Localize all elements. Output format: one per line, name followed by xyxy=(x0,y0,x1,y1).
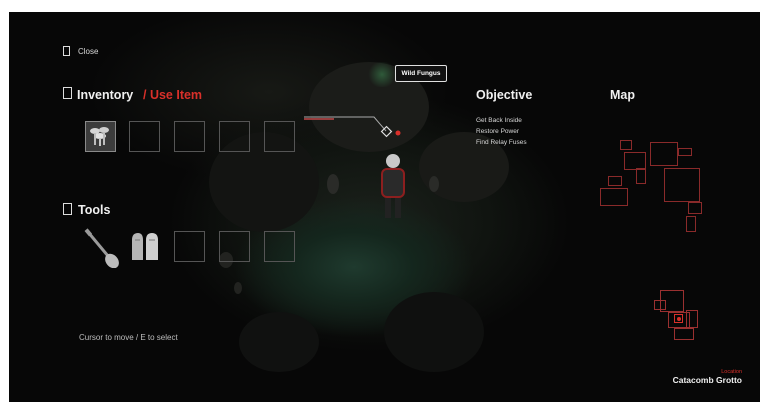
inventory-slot-5[interactable] xyxy=(264,121,295,152)
gloves-icon xyxy=(132,233,158,260)
fungus-item-icon xyxy=(90,127,109,146)
map-room xyxy=(620,140,632,150)
inventory-title: Inventory xyxy=(77,88,134,102)
map-room xyxy=(636,168,646,184)
inventory-icon xyxy=(63,87,72,99)
inventory-slot-2[interactable] xyxy=(129,121,160,152)
inventory-slot-1[interactable] xyxy=(85,121,116,152)
shovel-icon xyxy=(84,228,119,268)
game-screen: Wild Fungus Close Inventory / Use Item T… xyxy=(9,12,760,402)
close-label: Close xyxy=(78,47,99,56)
objective-item: Find Relay Fuses xyxy=(476,139,527,146)
close-icon xyxy=(63,46,70,56)
location-name: Catacomb Grotto xyxy=(672,375,742,385)
close-button[interactable]: Close xyxy=(63,45,123,59)
cave-rock xyxy=(239,312,319,372)
map-room xyxy=(600,188,628,206)
objective-title: Objective xyxy=(476,88,533,102)
map-room xyxy=(674,328,694,340)
fungus-patch xyxy=(367,62,397,87)
map-room xyxy=(678,148,692,156)
map-room xyxy=(654,300,666,310)
inventory-slot-3[interactable] xyxy=(174,121,205,152)
use-item-action[interactable]: / Use Item xyxy=(143,88,202,102)
map-title: Map xyxy=(610,88,635,102)
inventory-header: Inventory / Use Item xyxy=(63,87,263,107)
floating-rock xyxy=(234,282,242,294)
objective-list: Get Back Inside Restore Power Find Relay… xyxy=(476,115,527,148)
tooltip-label: Wild Fungus xyxy=(401,70,441,77)
tool-slot-1[interactable] xyxy=(84,228,119,268)
tools-title: Tools xyxy=(78,203,111,217)
cave-rock xyxy=(384,292,484,372)
target-pointer xyxy=(304,116,401,138)
player-character xyxy=(378,154,408,224)
minimap[interactable] xyxy=(594,132,744,342)
map-room xyxy=(686,310,698,328)
objective-item: Restore Power xyxy=(476,128,519,135)
tool-slot-4[interactable] xyxy=(219,231,250,262)
player-location-dot xyxy=(676,316,681,321)
item-tooltip: Wild Fungus xyxy=(395,65,447,82)
map-room xyxy=(608,176,622,186)
controls-hint: Cursor to move / E to select xyxy=(79,333,178,342)
inventory-slot-4[interactable] xyxy=(219,121,250,152)
tools-icon xyxy=(63,203,72,215)
floating-rock xyxy=(327,174,339,194)
location-block: Location Catacomb Grotto xyxy=(609,369,742,385)
tools-header: Tools xyxy=(63,202,183,222)
tool-slot-2[interactable] xyxy=(129,231,160,262)
map-room xyxy=(650,142,678,166)
tool-slot-5[interactable] xyxy=(264,231,295,262)
map-room xyxy=(688,202,702,214)
objective-item: Get Back Inside xyxy=(476,117,522,124)
tool-slot-3[interactable] xyxy=(174,231,205,262)
map-room xyxy=(686,216,696,232)
map-room xyxy=(664,168,700,202)
floating-rock xyxy=(429,176,439,192)
